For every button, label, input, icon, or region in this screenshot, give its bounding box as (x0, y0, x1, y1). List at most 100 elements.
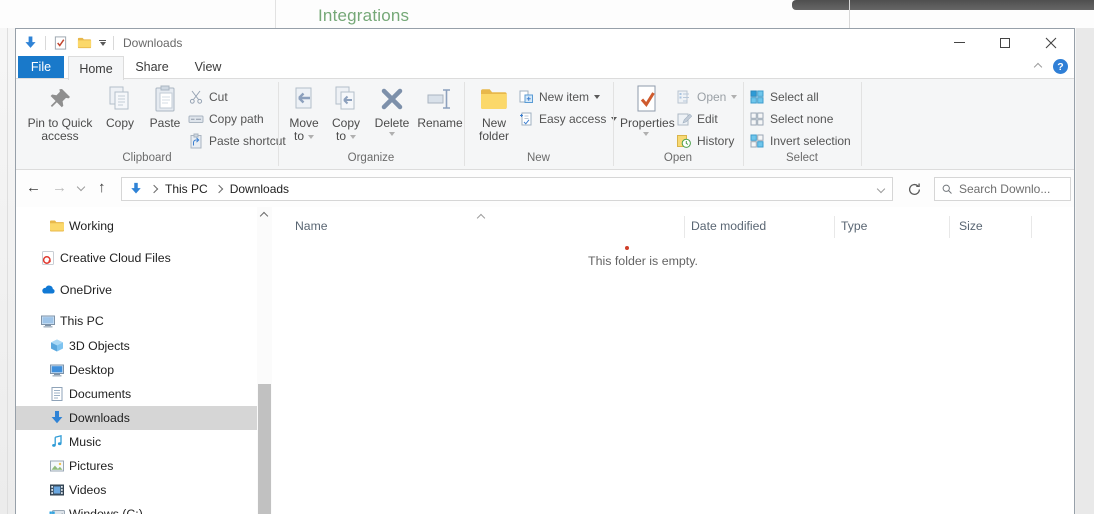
history-button[interactable]: History (676, 131, 734, 151)
button-label: Paste (149, 116, 181, 130)
refresh-button[interactable] (900, 177, 928, 201)
sidebar-item-working[interactable]: Working (16, 214, 257, 238)
properties-quick-icon[interactable] (53, 35, 68, 51)
column-divider[interactable] (834, 216, 835, 238)
sidebar-item-label: OneDrive (60, 283, 112, 297)
new-folder-quick-icon[interactable] (77, 35, 92, 51)
close-button[interactable] (1028, 29, 1074, 56)
rename-button[interactable]: Rename (414, 81, 466, 151)
minimize-button[interactable] (936, 29, 982, 56)
sidebar-scrollbar[interactable] (257, 207, 272, 514)
cut-icon (189, 90, 203, 104)
sort-ascending-icon (476, 213, 486, 223)
recent-locations-button[interactable] (76, 182, 86, 192)
dropdown-caret-icon (594, 95, 601, 99)
select-all-button[interactable]: Select all (749, 87, 819, 107)
tab-view[interactable]: View (180, 56, 236, 78)
rename-icon (427, 89, 450, 109)
button-label: Easy access (539, 112, 607, 126)
toolbar-caret-line (99, 39, 106, 41)
copy-to-button[interactable]: Copy to (326, 81, 366, 151)
column-divider[interactable] (1031, 216, 1032, 238)
tab-home[interactable]: Home (68, 56, 124, 80)
refresh-icon (908, 183, 920, 195)
search-box[interactable] (934, 177, 1071, 201)
column-divider[interactable] (949, 216, 950, 238)
back-button[interactable]: ← (26, 178, 41, 198)
sidebar-item-label: Windows (C:) (69, 507, 143, 514)
sidebar-item-label: Pictures (69, 459, 114, 473)
scroll-up-icon[interactable] (259, 211, 269, 221)
sidebar-item-downloads[interactable]: Downloads (16, 406, 257, 430)
tab-file[interactable]: File (18, 56, 64, 78)
column-divider[interactable] (684, 216, 685, 238)
column-header-date-modified[interactable]: Date modified (691, 219, 766, 233)
breadcrumb-item-this-pc[interactable]: This PC (165, 182, 208, 196)
column-header-type[interactable]: Type (841, 219, 867, 233)
help-button[interactable]: ? (1053, 59, 1068, 74)
sidebar-item-videos[interactable]: Videos (16, 478, 257, 502)
cut-button[interactable]: Cut (188, 87, 228, 107)
forward-button[interactable]: → (52, 178, 67, 198)
sidebar-item-onedrive[interactable]: OneDrive (16, 278, 257, 302)
tab-share[interactable]: Share (124, 56, 180, 78)
column-header-name[interactable]: Name (295, 219, 328, 233)
sidebar-item-pictures[interactable]: Pictures (16, 454, 257, 478)
cursor-dot (625, 246, 629, 250)
dropdown-caret-icon (350, 134, 356, 139)
windows-drive-icon (49, 510, 65, 514)
new-folder-button[interactable]: New folder (472, 81, 516, 151)
easy-access-button[interactable]: Easy access (518, 109, 618, 129)
pin-to-quick-access-button[interactable]: Pin to Quick access (22, 81, 98, 151)
background-dark-bar (792, 0, 1094, 10)
address-dropdown-button[interactable] (876, 184, 886, 194)
sidebar-item-label: Music (69, 435, 102, 449)
open-button[interactable]: Open (676, 87, 738, 107)
button-label: Invert selection (770, 134, 851, 148)
sidebar-item-this-pc[interactable]: This PC (16, 309, 257, 333)
sidebar-item-windows-c[interactable]: Windows (C:) (16, 502, 257, 514)
ribbon-tab-bar: File Home Share View ? (16, 56, 1074, 80)
chevron-down-icon (99, 41, 106, 46)
button-label: History (697, 134, 735, 148)
button-label: New item (539, 90, 590, 104)
sidebar-item-documents[interactable]: Documents (16, 382, 257, 406)
select-none-button[interactable]: Select none (749, 109, 833, 129)
button-label: Move (289, 116, 319, 130)
background-divider (849, 0, 850, 28)
edit-button[interactable]: Edit (676, 109, 718, 129)
sidebar-item-creative-cloud-files[interactable]: Creative Cloud Files (16, 246, 257, 270)
paste-shortcut-button[interactable]: Paste shortcut (188, 131, 286, 151)
customize-toolbar-button[interactable] (99, 39, 106, 46)
breadcrumb-item-downloads[interactable]: Downloads (230, 182, 289, 196)
file-list-area[interactable]: Name Date modified Type Size This folder… (272, 207, 1074, 514)
paste-button[interactable]: Paste (144, 81, 186, 151)
maximize-button[interactable] (982, 29, 1028, 56)
scrollbar-thumb[interactable] (258, 384, 271, 514)
search-input[interactable] (958, 182, 1064, 196)
window-title: Downloads (123, 35, 183, 50)
collapse-ribbon-button[interactable] (1033, 62, 1043, 71)
invert-selection-button[interactable]: Invert selection (749, 131, 851, 151)
new-item-button[interactable]: New item (518, 87, 601, 107)
copy-path-button[interactable]: Copy path (188, 109, 264, 129)
this-pc-icon (41, 315, 55, 328)
column-header-size[interactable]: Size (959, 219, 983, 233)
open-icon (677, 90, 689, 104)
delete-button[interactable]: Delete (370, 81, 414, 151)
properties-button[interactable]: Properties (620, 81, 675, 151)
sidebar-item-desktop[interactable]: Desktop (16, 358, 257, 382)
address-bar: ← → ↑ This PC Downloads (16, 170, 1074, 207)
copy-to-icon (335, 86, 355, 110)
button-label: to (293, 129, 304, 143)
breadcrumb[interactable]: This PC Downloads (121, 177, 893, 201)
move-to-button[interactable]: Move to (284, 81, 324, 151)
paste-icon (155, 85, 175, 112)
up-button[interactable]: ↑ (98, 178, 106, 198)
copy-button[interactable]: Copy (100, 81, 140, 151)
sidebar-item-music[interactable]: Music (16, 430, 257, 454)
title-bar[interactable]: Downloads (16, 29, 1074, 56)
sidebar-item-3d-objects[interactable]: 3D Objects (16, 334, 257, 358)
button-label: Copy (331, 116, 360, 130)
button-label: Select none (770, 112, 834, 126)
